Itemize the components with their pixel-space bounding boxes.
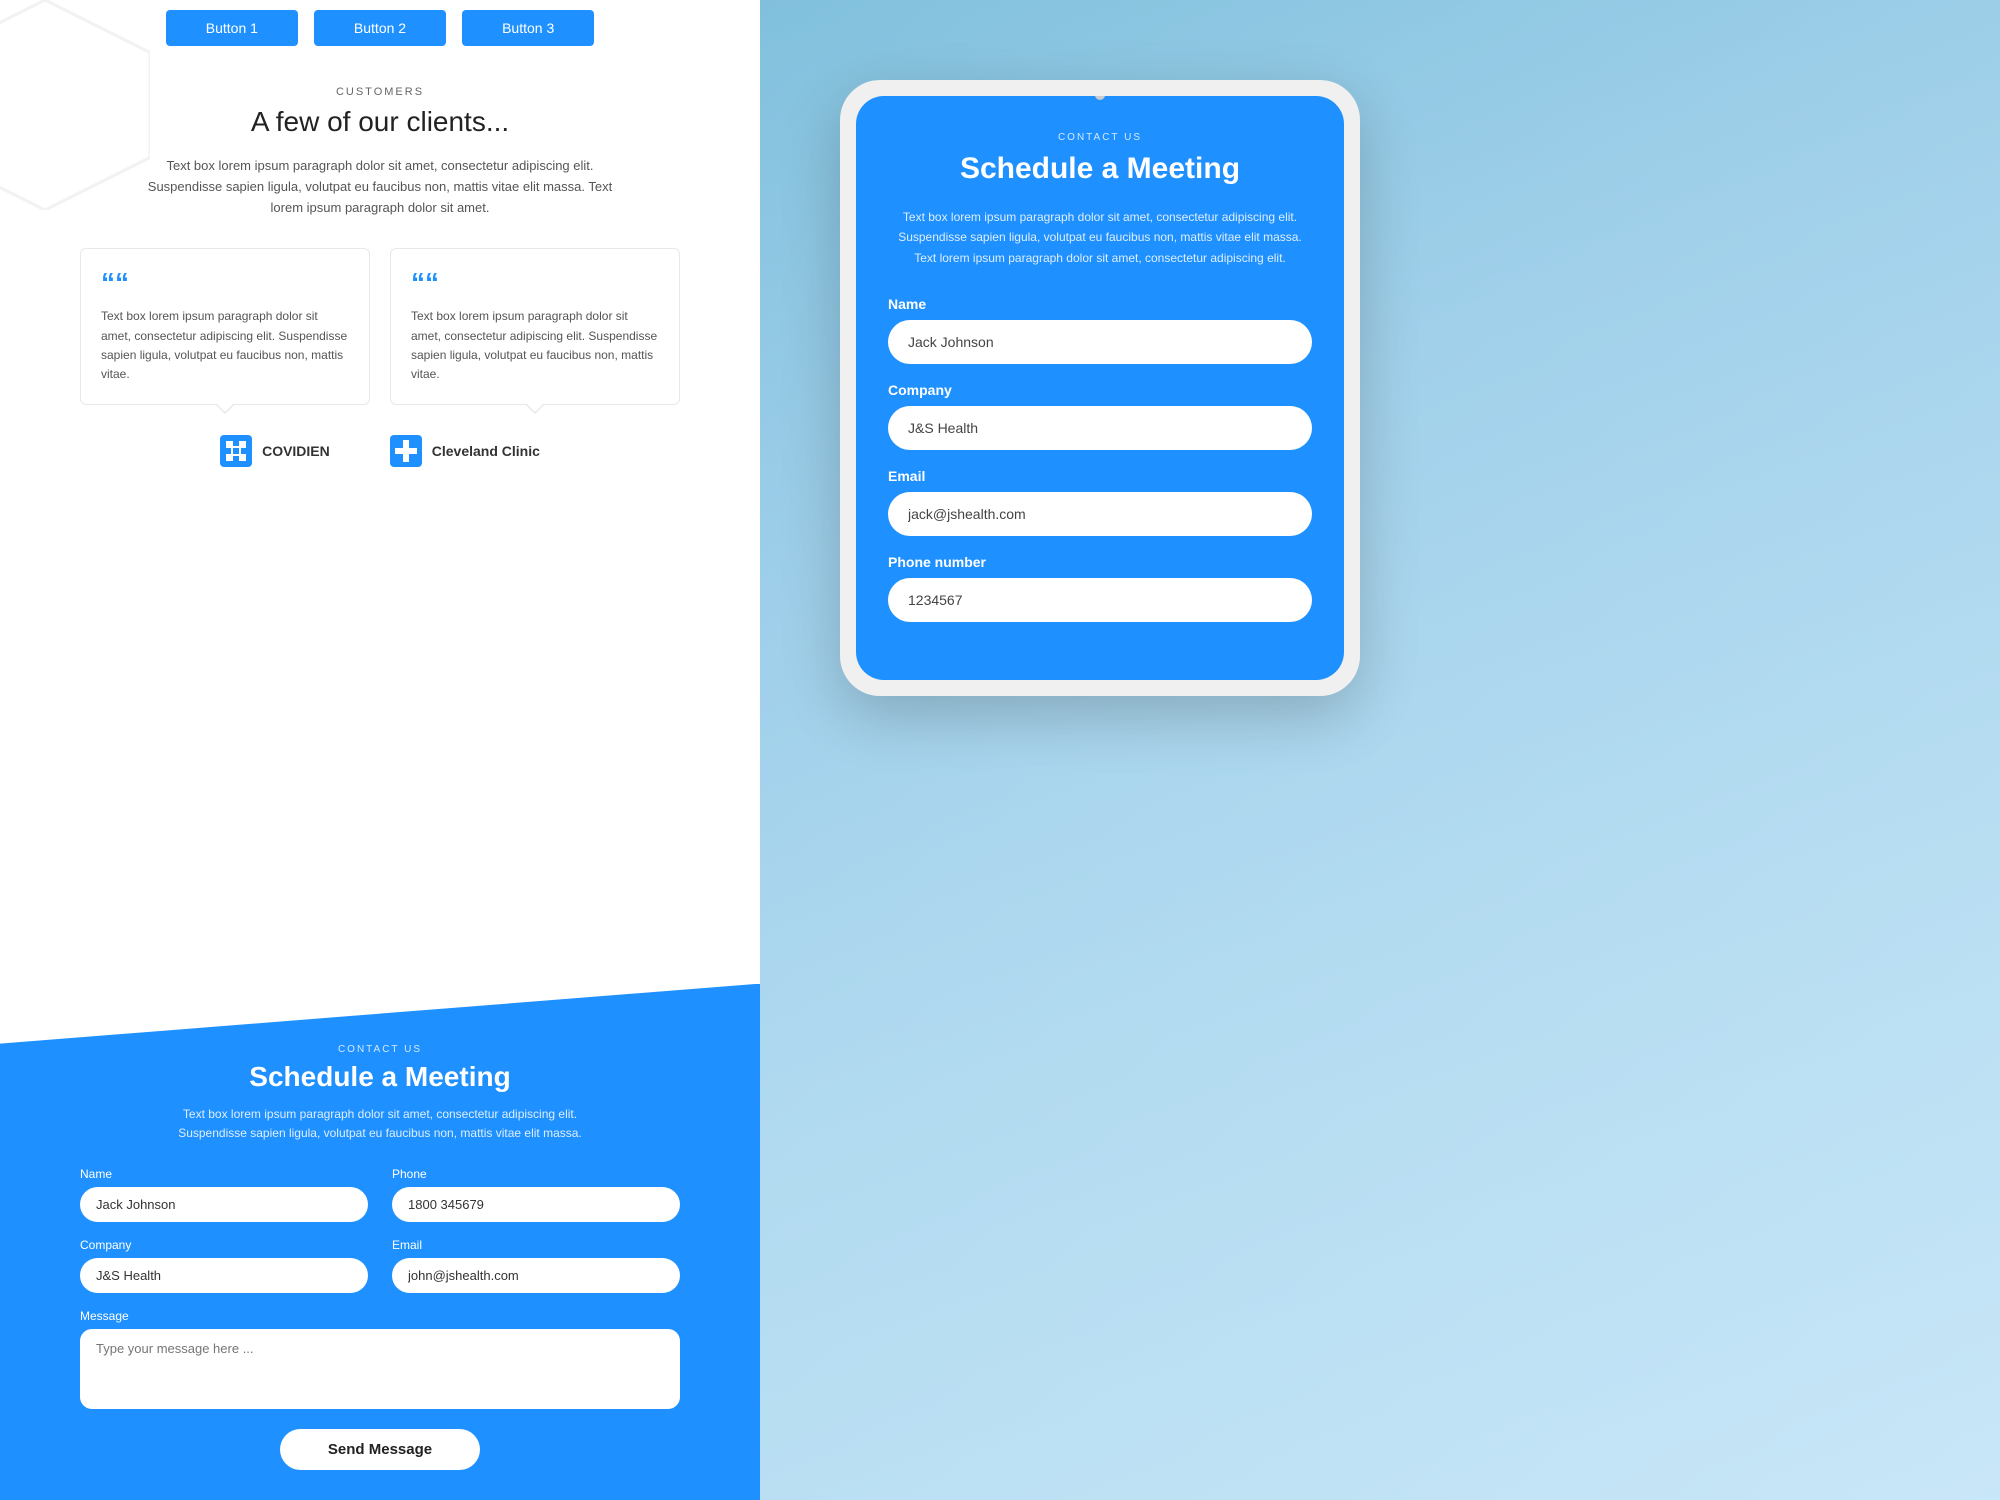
contact-label: CONTACT US — [80, 1044, 680, 1055]
message-textarea[interactable] — [80, 1329, 680, 1409]
logo-cleveland: Cleveland Clinic — [390, 435, 540, 467]
contact-section: CONTACT US Schedule a Meeting Text box l… — [0, 984, 760, 1500]
contact-form-grid: Name Phone Company Email — [80, 1167, 680, 1293]
phone-mockup: CONTACT US Schedule a Meeting Text box l… — [840, 80, 1360, 696]
card-arrow-1 — [215, 404, 235, 414]
company-input[interactable] — [80, 1258, 368, 1293]
contact-title: Schedule a Meeting — [80, 1061, 680, 1093]
logo-covidien: COVIDIEN — [220, 435, 330, 467]
top-button-2[interactable]: Button 2 — [314, 10, 446, 46]
phone-phone-group: Phone number — [888, 554, 1312, 622]
phone-company-label: Company — [888, 382, 1312, 398]
phone-company-group: Company — [888, 382, 1312, 450]
quote-icon-1: ““ — [101, 269, 349, 297]
left-panel: Button 1 Button 2 Button 3 CUSTOMERS A f… — [0, 0, 760, 1500]
phone-group: Phone — [392, 1167, 680, 1222]
testimonial-card-1: ““ Text box lorem ipsum paragraph dolor … — [80, 248, 370, 405]
top-button-3[interactable]: Button 3 — [462, 10, 594, 46]
phone-email-label: Email — [888, 468, 1312, 484]
testimonials-row: ““ Text box lorem ipsum paragraph dolor … — [0, 248, 760, 405]
phone-phone-label: Phone number — [888, 554, 1312, 570]
right-panel: CONTACT US Schedule a Meeting Text box l… — [760, 0, 2000, 1500]
cleveland-label: Cleveland Clinic — [432, 443, 540, 459]
name-group: Name — [80, 1167, 368, 1222]
phone-name-label: Name — [888, 296, 1312, 312]
hex-decoration — [0, 0, 150, 210]
company-label: Company — [80, 1238, 368, 1252]
customers-label: CUSTOMERS — [80, 86, 680, 98]
phone-contact-label: CONTACT US — [888, 132, 1312, 143]
phone-title: Schedule a Meeting — [888, 151, 1312, 187]
phone-email-group: Email — [888, 468, 1312, 536]
phone-email-input[interactable] — [888, 492, 1312, 536]
phone-name-group: Name — [888, 296, 1312, 364]
testimonial-text-2: Text box lorem ipsum paragraph dolor sit… — [411, 307, 659, 384]
covidien-icon — [220, 435, 252, 467]
send-button[interactable]: Send Message — [280, 1429, 480, 1470]
phone-label: Phone — [392, 1167, 680, 1181]
email-label: Email — [392, 1238, 680, 1252]
logos-row: COVIDIEN Cleveland Clinic — [0, 435, 760, 467]
testimonial-card-2: ““ Text box lorem ipsum paragraph dolor … — [390, 248, 680, 405]
phone-name-input[interactable] — [888, 320, 1312, 364]
contact-desc: Text box lorem ipsum paragraph dolor sit… — [170, 1105, 590, 1143]
send-button-wrap: Send Message — [80, 1429, 680, 1470]
name-label: Name — [80, 1167, 368, 1181]
testimonial-text-1: Text box lorem ipsum paragraph dolor sit… — [101, 307, 349, 384]
phone-camera — [1095, 96, 1105, 100]
cleveland-icon — [390, 435, 422, 467]
customers-desc: Text box lorem ipsum paragraph dolor sit… — [140, 156, 620, 218]
covidien-label: COVIDIEN — [262, 443, 330, 459]
message-label: Message — [80, 1309, 680, 1323]
card-arrow-2 — [525, 404, 545, 414]
phone-company-input[interactable] — [888, 406, 1312, 450]
top-button-1[interactable]: Button 1 — [166, 10, 298, 46]
phone-desc: Text box lorem ipsum paragraph dolor sit… — [888, 207, 1312, 268]
phone-screen: CONTACT US Schedule a Meeting Text box l… — [856, 96, 1344, 680]
email-group: Email — [392, 1238, 680, 1293]
name-input[interactable] — [80, 1187, 368, 1222]
company-group: Company — [80, 1238, 368, 1293]
quote-icon-2: ““ — [411, 269, 659, 297]
phone-input[interactable] — [392, 1187, 680, 1222]
message-group: Message — [80, 1309, 680, 1409]
phone-phone-input[interactable] — [888, 578, 1312, 622]
email-input[interactable] — [392, 1258, 680, 1293]
customers-title: A few of our clients... — [80, 106, 680, 138]
